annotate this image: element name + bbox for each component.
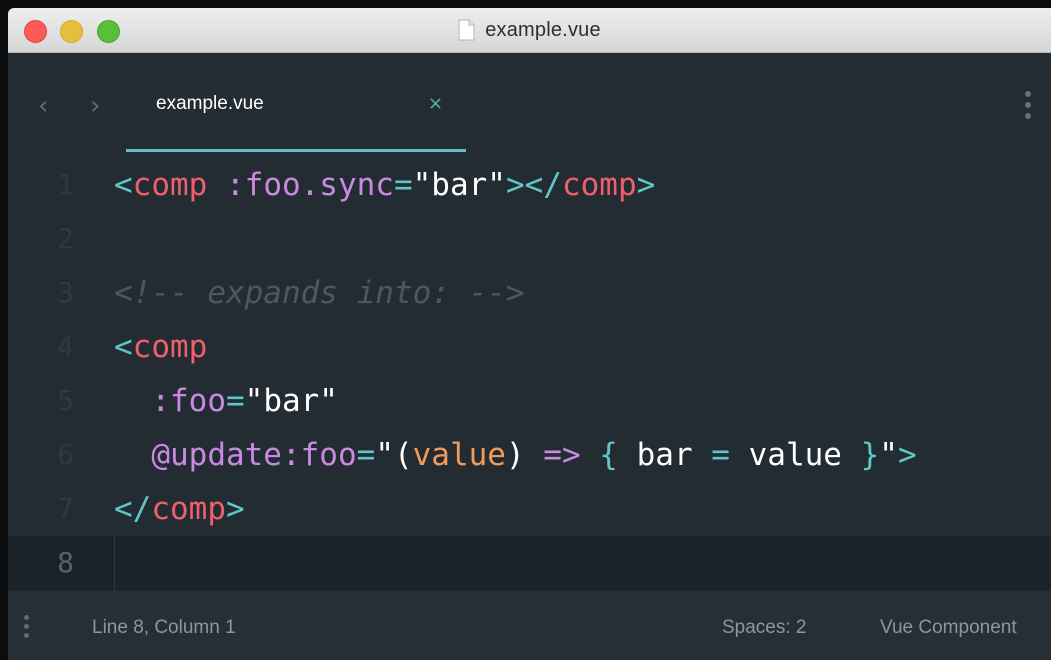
code-line-2[interactable]: 2 [8,212,1051,266]
code-token: => [524,437,600,473]
line-number: 2 [57,222,74,255]
document-icon [458,19,475,41]
cursor-position[interactable]: Line 8, Column 1 [92,617,236,639]
status-menu-icon[interactable] [24,615,30,642]
code-token: = [225,383,245,419]
code-token: > [897,437,917,473]
code-editor[interactable]: 1 <comp :foo.sync="bar"></comp> 2 3 <!-- exp… [8,153,1051,590]
code-token: comp [132,167,208,203]
code-token: { [599,437,618,473]
code-token: < [114,167,133,203]
window-title: example.vue [485,18,601,41]
code-line-1[interactable]: 1 <comp :foo.sync="bar"></comp> [8,158,1051,212]
code-token: <!-- expands into: --> [114,275,525,311]
tab-example-vue[interactable]: example.vue [156,93,264,115]
code-line-6[interactable]: 6 @update:foo="(value) => { bar = value … [8,428,1051,482]
code-token: value [412,437,506,473]
code-token: < [114,329,133,365]
code-token: ) [505,437,525,473]
code-text: </comp> [114,482,245,536]
code-token: ></ [505,167,562,203]
code-token: = [393,167,413,203]
code-token: "bar" [412,167,506,203]
code-token: @update:foo [114,437,357,473]
code-line-5[interactable]: 5 :foo="bar" [8,374,1051,428]
title-bar: example.vue [8,8,1051,53]
indentation-setting[interactable]: Spaces: 2 [722,617,807,639]
code-token: = [356,437,376,473]
code-text: <comp :foo.sync="bar"></comp> [114,158,655,212]
editor-window: example.vue ‹ › example.vue × 1 <comp :fo… [8,8,1051,660]
line-number: 1 [57,168,74,201]
code-token: comp [561,167,637,203]
chevron-left-icon[interactable]: ‹ [38,93,48,119]
code-text: @update:foo="(value) => { bar = value }"… [114,428,917,482]
line-number: 6 [57,438,74,471]
code-token: > [225,491,245,527]
code-token: bar [617,437,712,473]
active-line-edge [114,536,115,590]
code-text: <comp [114,320,207,374]
code-token: } [860,437,880,473]
code-token: "bar" [244,383,338,419]
tab-close-icon[interactable]: × [428,93,443,114]
code-token: " [879,437,898,473]
chevron-right-icon[interactable]: › [90,93,100,119]
code-text: :foo="bar" [114,374,338,428]
code-text: <!-- expands into: --> [114,266,525,320]
more-options-icon[interactable] [1025,91,1031,123]
code-line-3[interactable]: 3 <!-- expands into: --> [8,266,1051,320]
code-token: comp [151,491,226,527]
status-bar: Line 8, Column 1 Spaces: 2 Vue Component [8,590,1051,660]
code-token: :foo [114,383,226,419]
code-token: comp [132,329,208,365]
code-line-4[interactable]: 4 <comp [8,320,1051,374]
code-token: </ [114,491,152,527]
line-number: 5 [57,384,74,417]
code-token: value [729,437,861,473]
syntax-selector[interactable]: Vue Component [880,617,1017,639]
line-number: 8 [57,546,74,579]
tab-bar: ‹ › example.vue × [8,53,1051,153]
line-number: 7 [57,492,74,525]
code-line-7[interactable]: 7 </comp> [8,482,1051,536]
code-token: > [636,167,656,203]
line-number: 4 [57,330,74,363]
code-token: "( [375,437,413,473]
line-number: 3 [57,276,74,309]
code-token: = [711,437,730,473]
code-token: :foo.sync [207,167,394,203]
active-tab-indicator [126,149,466,152]
code-line-8[interactable]: 8 [8,536,1051,590]
